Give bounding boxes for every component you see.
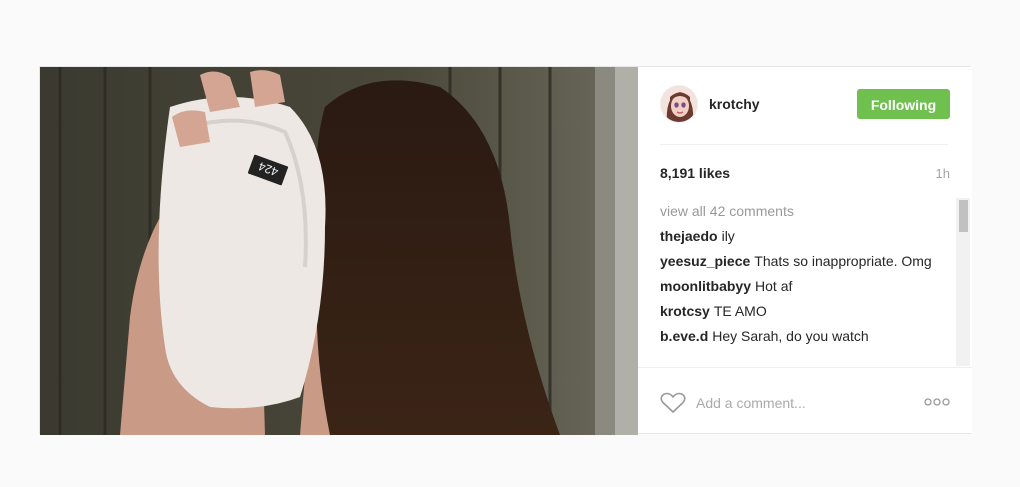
add-comment-input[interactable] [696,393,896,413]
comment-text: Thats so inappropriate. Omg [754,253,932,269]
comment-username[interactable]: b.eve.d [660,328,708,344]
comments-list: view all 42 comments thejaedo ily yeesuz_… [660,202,950,366]
comment-text: ily [721,228,735,244]
comment-item: b.eve.d Hey Sarah, do you watch [660,327,950,345]
comment-username[interactable]: yeesuz_piece [660,253,750,269]
post-header: krotchy Following [660,85,950,125]
header-divider [660,144,948,145]
post-card: 424 krotchy Following 8,191 likes 1h vie… [39,66,972,435]
post-timestamp[interactable]: 1h [936,166,950,181]
comment-username[interactable]: thejaedo [660,228,718,244]
comment-username[interactable]: moonlitbabyy [660,278,751,294]
post-image: 424 [40,67,638,435]
post-side-panel: krotchy Following 8,191 likes 1h view al… [638,67,972,433]
comment-text: Hot af [755,278,793,294]
comment-item: krotcsy TE AMO [660,302,950,320]
comment-username[interactable]: krotcsy [660,303,710,319]
heart-icon[interactable] [660,392,686,414]
comment-item: moonlitbabyy Hot af [660,277,950,295]
post-footer [638,367,972,433]
following-button[interactable]: Following [857,89,950,119]
avatar-icon [661,86,697,122]
scrollbar-thumb[interactable] [959,200,968,232]
likes-count[interactable]: 8,191 likes [660,165,730,181]
view-all-comments-link[interactable]: view all 42 comments [660,202,950,220]
more-options-icon[interactable] [924,398,950,406]
avatar[interactable] [660,85,698,123]
comment-item: thejaedo ily [660,227,950,245]
comment-text: Hey Sarah, do you watch [712,328,869,344]
username-link[interactable]: krotchy [709,96,760,112]
comment-item: yeesuz_piece Thats so inappropriate. Omg [660,252,950,270]
comments-scrollbar[interactable] [956,198,970,366]
post-photo[interactable]: 424 [40,67,638,435]
comment-text: TE AMO [713,303,767,319]
